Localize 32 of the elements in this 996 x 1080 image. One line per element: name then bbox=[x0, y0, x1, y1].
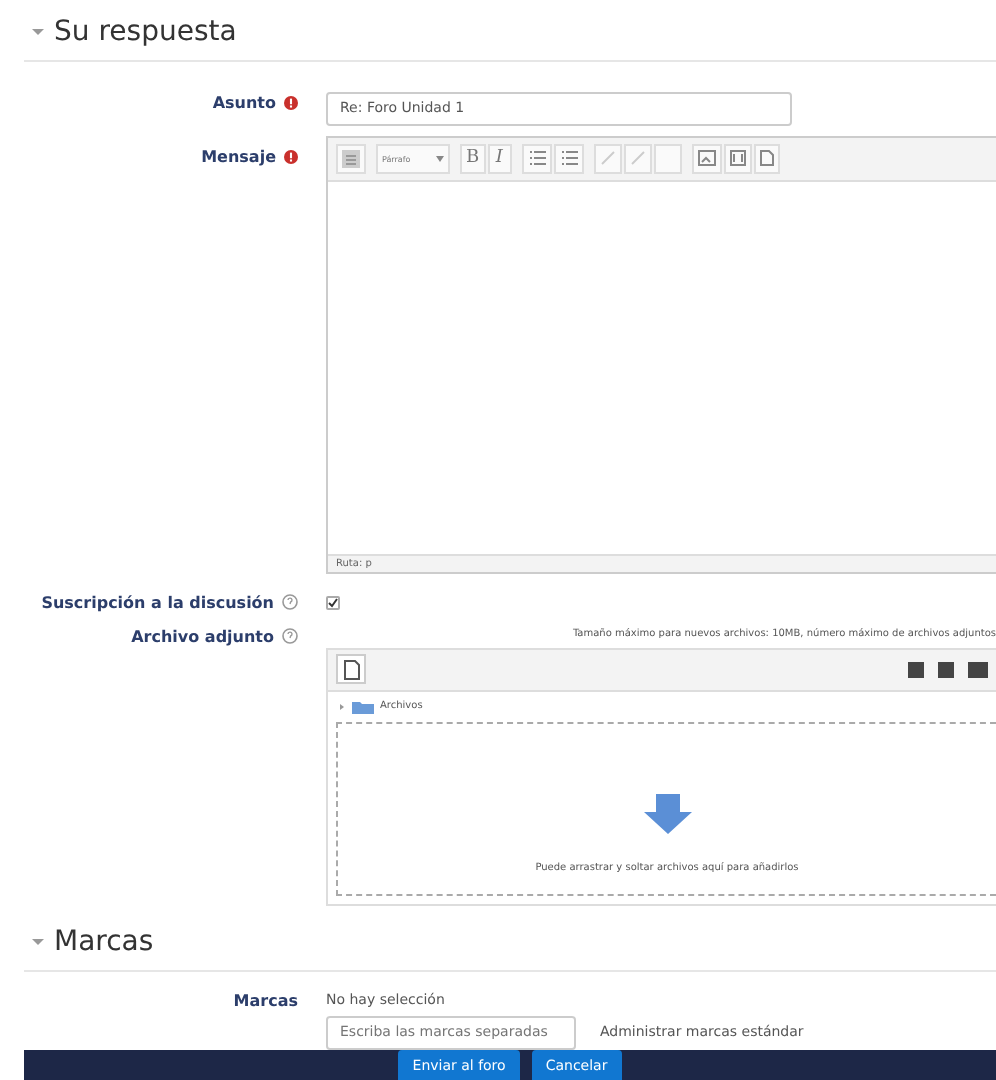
add-file-button[interactable] bbox=[336, 654, 366, 684]
list-icon bbox=[559, 150, 578, 166]
collapse-caret-icon[interactable] bbox=[32, 935, 44, 947]
section-title: Marcas bbox=[54, 925, 154, 957]
field-label: Mensaje bbox=[201, 147, 276, 165]
media-icon bbox=[729, 150, 746, 166]
media-button[interactable] bbox=[723, 143, 752, 173]
file-button[interactable] bbox=[753, 143, 780, 173]
bold-button[interactable]: B bbox=[460, 143, 486, 173]
numbered-list-button[interactable] bbox=[553, 143, 584, 173]
caret-icon bbox=[436, 155, 444, 161]
list-icon bbox=[527, 150, 546, 166]
field-label: Suscripción a la discusión bbox=[41, 593, 274, 611]
italic-button[interactable]: I bbox=[487, 143, 512, 173]
field-label: Archivo adjunto bbox=[131, 627, 274, 645]
toolbar-toggle-button[interactable] bbox=[336, 143, 366, 173]
help-icon[interactable] bbox=[282, 594, 298, 610]
field-label: Marcas bbox=[233, 991, 298, 1009]
image-button[interactable] bbox=[691, 143, 722, 173]
image-icon bbox=[697, 150, 716, 166]
toolbar-toggle-icon bbox=[342, 149, 360, 167]
bullet-list-button[interactable] bbox=[521, 143, 552, 173]
file-icon bbox=[759, 150, 774, 166]
field-label: Asunto bbox=[212, 94, 276, 113]
help-icon[interactable] bbox=[282, 628, 298, 644]
arrow-down-icon bbox=[643, 793, 691, 833]
collapse-caret-icon[interactable] bbox=[32, 26, 44, 38]
folder-icon bbox=[340, 699, 374, 713]
file-icon bbox=[343, 659, 359, 679]
subscription-checkbox[interactable] bbox=[326, 595, 340, 609]
section-title: Su respuesta bbox=[54, 16, 237, 48]
view-icons-icon[interactable] bbox=[908, 661, 988, 677]
